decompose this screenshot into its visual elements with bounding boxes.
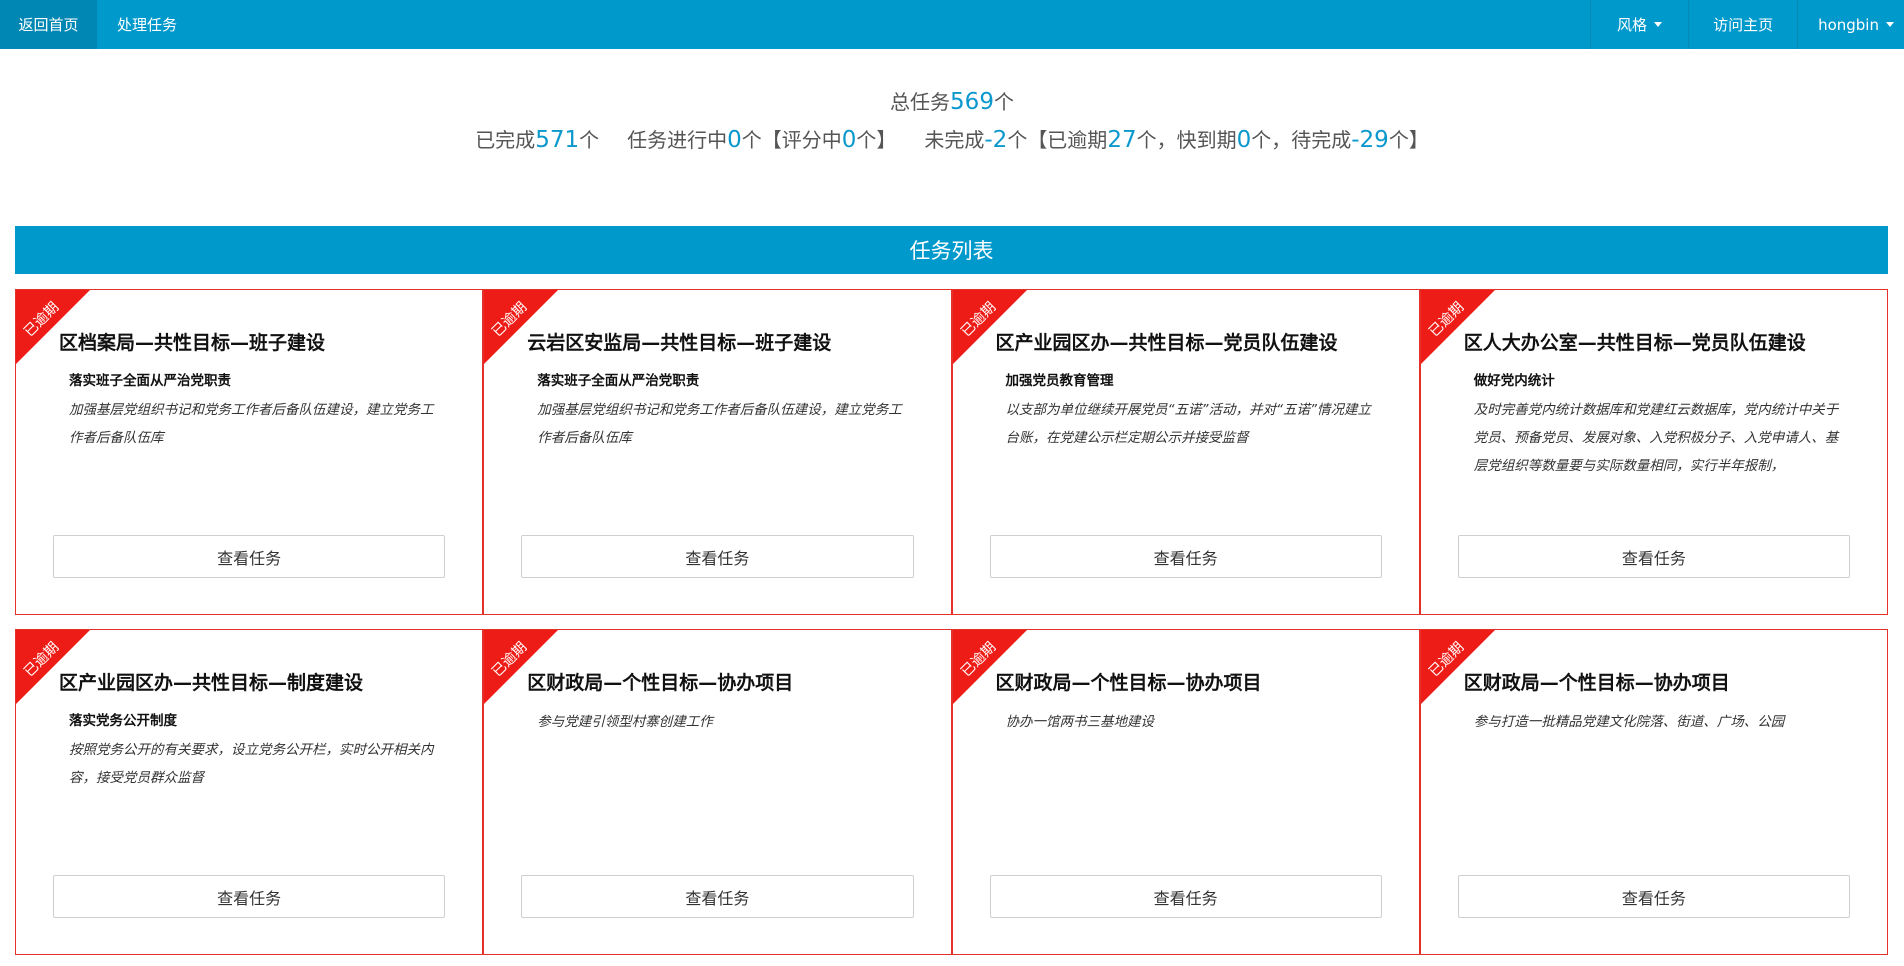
overdue-label: 【已逾期 [1027, 128, 1108, 152]
bracket-close: 个】 [1388, 128, 1429, 152]
task-card-description: 以支部为单位继续开展党员“五诺”活动，并对“五诺”情况建立台账，在党建公示栏定期… [1005, 402, 1371, 446]
incomplete-count: -2 [984, 127, 1008, 153]
task-card-title: 区产业园区办—共性目标—制度建设 [59, 672, 364, 694]
task-card-description: 按照党务公开的有关要求，设立党务公开栏，实时公开相关内容，接受党员群众监督 [69, 742, 434, 786]
total-stats: 总任务569个 [0, 86, 1904, 115]
task-card: 已逾期 区人大办公室—共性目标—党员队伍建设 做好党内统计 及时完善党内统计数据… [1419, 289, 1888, 615]
pending-count: -29 [1351, 127, 1389, 153]
unit-label: 个 [1007, 128, 1028, 152]
unit-label: 个 [741, 128, 762, 152]
due-soon-count: 0 [1236, 127, 1252, 153]
view-task-button[interactable]: 查看任务 [521, 875, 914, 918]
task-card-title: 区产业园区办—共性目标—党员队伍建设 [995, 332, 1338, 354]
task-card: 已逾期 区产业园区办—共性目标—党员队伍建设 加强党员教育管理 以支部为单位继续… [951, 289, 1420, 615]
bracket-close: 个】 [856, 128, 897, 152]
task-card-title: 区财政局—个性目标—协办项目 [527, 672, 794, 694]
total-label: 总任务 [890, 90, 951, 114]
chevron-down-icon [1886, 22, 1894, 27]
task-card: 已逾期 云岩区安监局—共性目标—班子建设 落实班子全面从严治党职责 加强基层党组… [483, 289, 952, 615]
task-list-header: 任务列表 [15, 226, 1888, 274]
task-card-title: 区财政局—个性目标—协办项目 [1463, 672, 1730, 694]
chevron-down-icon [1654, 22, 1663, 27]
in-progress-label: 任务进行中 [627, 128, 728, 152]
task-card-grid: 已逾期 区档案局—共性目标—班子建设 落实班子全面从严治党职责 加强基层党组织书… [15, 289, 1888, 955]
task-card: 已逾期 区财政局—个性目标—协办项目 协办一馆两书三基地建设 查看任务 [951, 629, 1420, 955]
task-card-description: 参与党建引领型村寨创建工作 [537, 714, 713, 730]
completed-label: 已完成 [475, 128, 536, 152]
unit-label: 个 [579, 128, 600, 152]
total-count: 569 [950, 89, 994, 115]
nav-home-link[interactable]: 返回首页 [0, 0, 97, 49]
incomplete-label: 未完成 [924, 128, 985, 152]
scoring-label: 【评分中 [761, 128, 842, 152]
unit-label: 个 [1136, 128, 1157, 152]
unit-label: 个 [993, 90, 1014, 114]
nav-tasks-link[interactable]: 处理任务 [97, 0, 197, 49]
task-card-subtitle: 落实班子全面从严治党职责 [69, 373, 231, 389]
task-card-description: 参与打造一批精品党建文化院落、街道、广场、公园 [1473, 714, 1785, 730]
task-card-subtitle: 做好党内统计 [1473, 373, 1555, 389]
view-task-button[interactable]: 查看任务 [53, 875, 446, 918]
visit-homepage-link[interactable]: 访问主页 [1688, 0, 1797, 49]
task-card-title: 云岩区安监局—共性目标—班子建设 [527, 332, 832, 354]
task-card-description: 协办一馆两书三基地建设 [1005, 714, 1155, 730]
scoring-count: 0 [841, 127, 857, 153]
due-soon-label: ，快到期 [1156, 128, 1237, 152]
username-label: hongbin [1818, 15, 1879, 34]
in-progress-count: 0 [727, 127, 742, 153]
completed-count: 571 [535, 127, 580, 153]
view-task-button[interactable]: 查看任务 [989, 535, 1382, 578]
task-card: 已逾期 区财政局—个性目标—协办项目 参与打造一批精品党建文化院落、街道、广场、… [1419, 629, 1888, 955]
view-task-button[interactable]: 查看任务 [1457, 875, 1850, 918]
task-card: 已逾期 区产业园区办—共性目标—制度建设 落实党务公开制度 按照党务公开的有关要… [15, 629, 484, 955]
view-task-button[interactable]: 查看任务 [521, 535, 914, 578]
task-card-title: 区财政局—个性目标—协办项目 [995, 672, 1262, 694]
task-card: 已逾期 区财政局—个性目标—协办项目 参与党建引领型村寨创建工作 查看任务 [483, 629, 952, 955]
task-card-subtitle: 落实党务公开制度 [69, 713, 177, 729]
pending-label: ，待完成 [1271, 128, 1352, 152]
style-dropdown-label: 风格 [1617, 16, 1648, 34]
overdue-count: 27 [1107, 127, 1137, 153]
view-task-button[interactable]: 查看任务 [53, 535, 446, 578]
navbar-left: 返回首页 处理任务 [0, 0, 197, 49]
task-card-title: 区人大办公室—共性目标—党员队伍建设 [1463, 332, 1806, 354]
task-card-description: 加强基层党组织书记和党务工作者后备队伍建设，建立党务工作者后备队伍库 [537, 402, 902, 446]
top-navbar: 返回首页 处理任务 风格 访问主页 hongbin [0, 0, 1904, 49]
style-dropdown[interactable]: 风格 [1590, 0, 1688, 49]
task-card-description: 及时完善党内统计数据库和党建红云数据库，党内统计中关于党员、预备党员、发展对象、… [1473, 402, 1839, 474]
task-card-subtitle: 落实班子全面从严治党职责 [537, 373, 700, 389]
user-menu-dropdown[interactable]: hongbin [1797, 0, 1904, 49]
task-card: 已逾期 区档案局—共性目标—班子建设 落实班子全面从严治党职责 加强基层党组织书… [15, 289, 484, 615]
view-task-button[interactable]: 查看任务 [989, 875, 1382, 918]
view-task-button[interactable]: 查看任务 [1457, 535, 1850, 578]
task-card-description: 加强基层党组织书记和党务工作者后备队伍建设，建立党务工作者后备队伍库 [69, 402, 434, 446]
navbar-right: 风格 访问主页 hongbin [1590, 0, 1904, 49]
detail-stats: 已完成571个 任务进行中0个【评分中0个】 未完成-2个【已逾期27个，快到期0个… [0, 124, 1904, 153]
unit-label: 个 [1251, 128, 1272, 152]
task-card-title: 区档案局—共性目标—班子建设 [59, 332, 326, 354]
task-card-subtitle: 加强党员教育管理 [1005, 373, 1114, 389]
